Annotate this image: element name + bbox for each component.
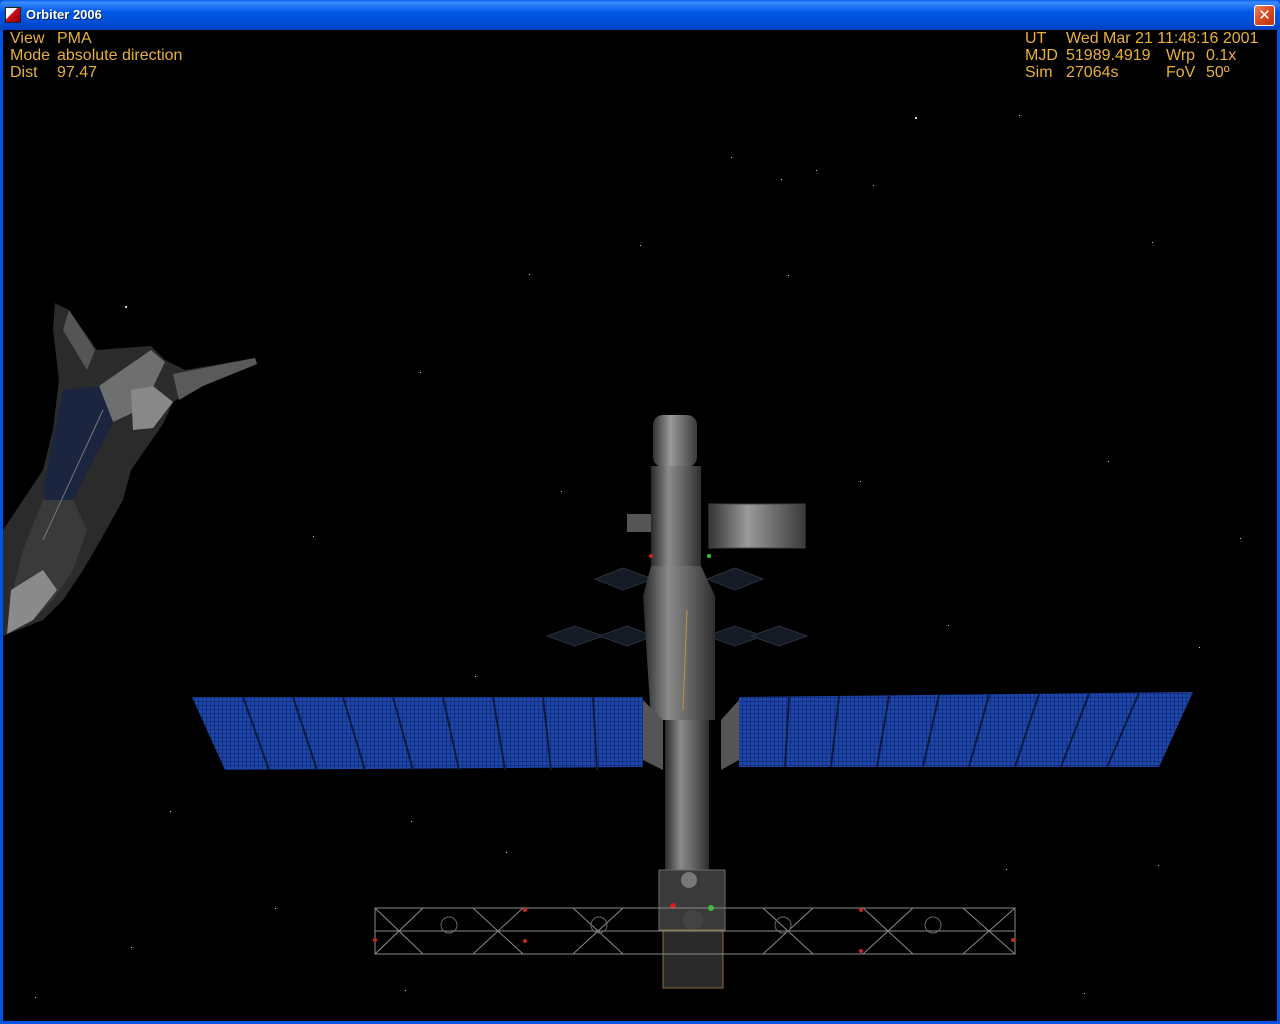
orbiter-app-icon[interactable] — [5, 7, 21, 23]
hud-view-value: PMA — [57, 30, 92, 47]
hud-mjd-value: 51989.4919 — [1066, 47, 1151, 64]
title-bar[interactable]: Orbiter 2006 ✕ — [0, 0, 1280, 30]
hud-mjd-label: MJD — [1025, 47, 1058, 64]
hud-dist-value: 97.47 — [57, 64, 98, 81]
hud-mode-value: absolute direction — [57, 47, 183, 64]
hud-warp-label: Wrp — [1166, 47, 1196, 64]
hud-ut-label: UT — [1025, 30, 1047, 47]
hud-ut-value: Wed Mar 21 11:48:16 2001 — [1066, 30, 1259, 47]
hud-fov-label: FoV — [1166, 64, 1196, 81]
hud-view-label: View — [10, 30, 45, 47]
starfield — [35, 115, 1241, 998]
simulation-viewport[interactable]: View PMA Mode absolute direction Dist 97… — [3, 30, 1277, 1021]
solar-array-right — [739, 692, 1193, 768]
hud-sim-value: 27064s — [1066, 64, 1119, 81]
close-icon: ✕ — [1258, 6, 1271, 24]
hud-fov-value: 50º — [1206, 64, 1230, 81]
hud-warp-value: 0.1x — [1206, 47, 1237, 64]
close-button[interactable]: ✕ — [1254, 5, 1275, 26]
hud-sim-label: Sim — [1025, 64, 1053, 81]
space-scene — [3, 115, 1241, 998]
hud-mode-label: Mode — [10, 47, 51, 64]
window-title: Orbiter 2006 — [26, 7, 102, 22]
solar-array-left — [192, 696, 643, 771]
space-shuttle — [3, 303, 257, 636]
orbiter-window: Orbiter 2006 ✕ View PMA Mode absolute di… — [0, 0, 1280, 1024]
hud-dist-label: Dist — [10, 64, 38, 81]
